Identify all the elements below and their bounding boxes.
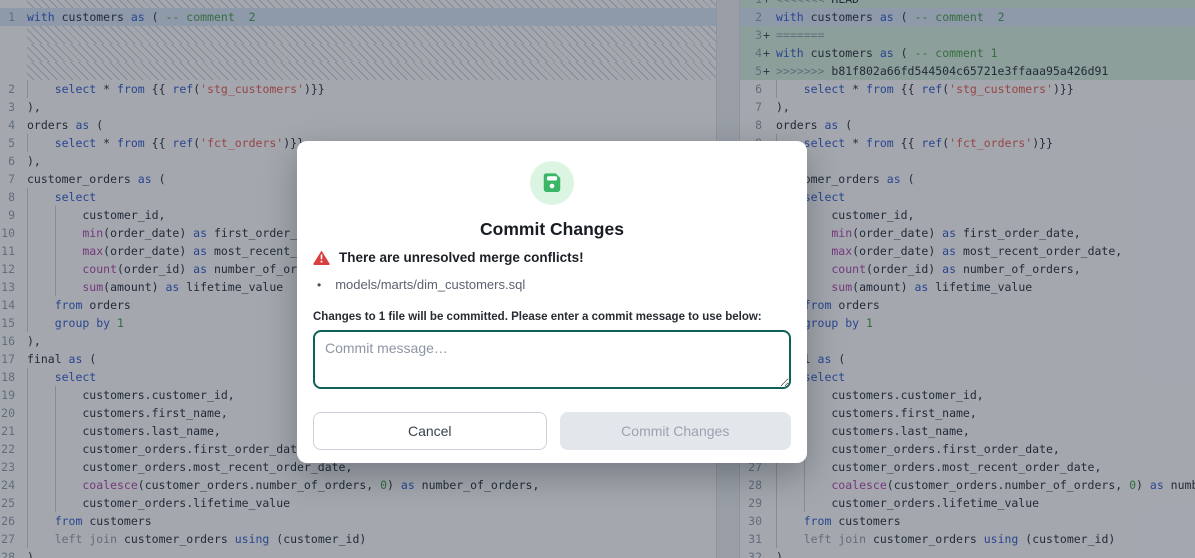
commit-changes-dialog: Commit Changes There are unresolved merg…	[297, 141, 807, 463]
commit-message-label: Changes to 1 file will be committed. Ple…	[313, 311, 791, 323]
conflicted-file-path: models/marts/dim_customers.sql	[335, 277, 525, 292]
warning-icon	[313, 250, 330, 265]
commit-changes-button[interactable]: Commit Changes	[560, 412, 792, 450]
commit-message-input[interactable]	[313, 330, 791, 389]
dialog-title: Commit Changes	[313, 219, 791, 240]
save-icon	[530, 161, 574, 205]
conflicted-file-list: • models/marts/dim_customers.sql	[313, 277, 791, 292]
conflicted-file-item: • models/marts/dim_customers.sql	[317, 277, 791, 292]
bullet-icon: •	[317, 278, 321, 292]
merge-conflict-warning: There are unresolved merge conflicts!	[339, 250, 584, 265]
cancel-button[interactable]: Cancel	[313, 412, 547, 450]
